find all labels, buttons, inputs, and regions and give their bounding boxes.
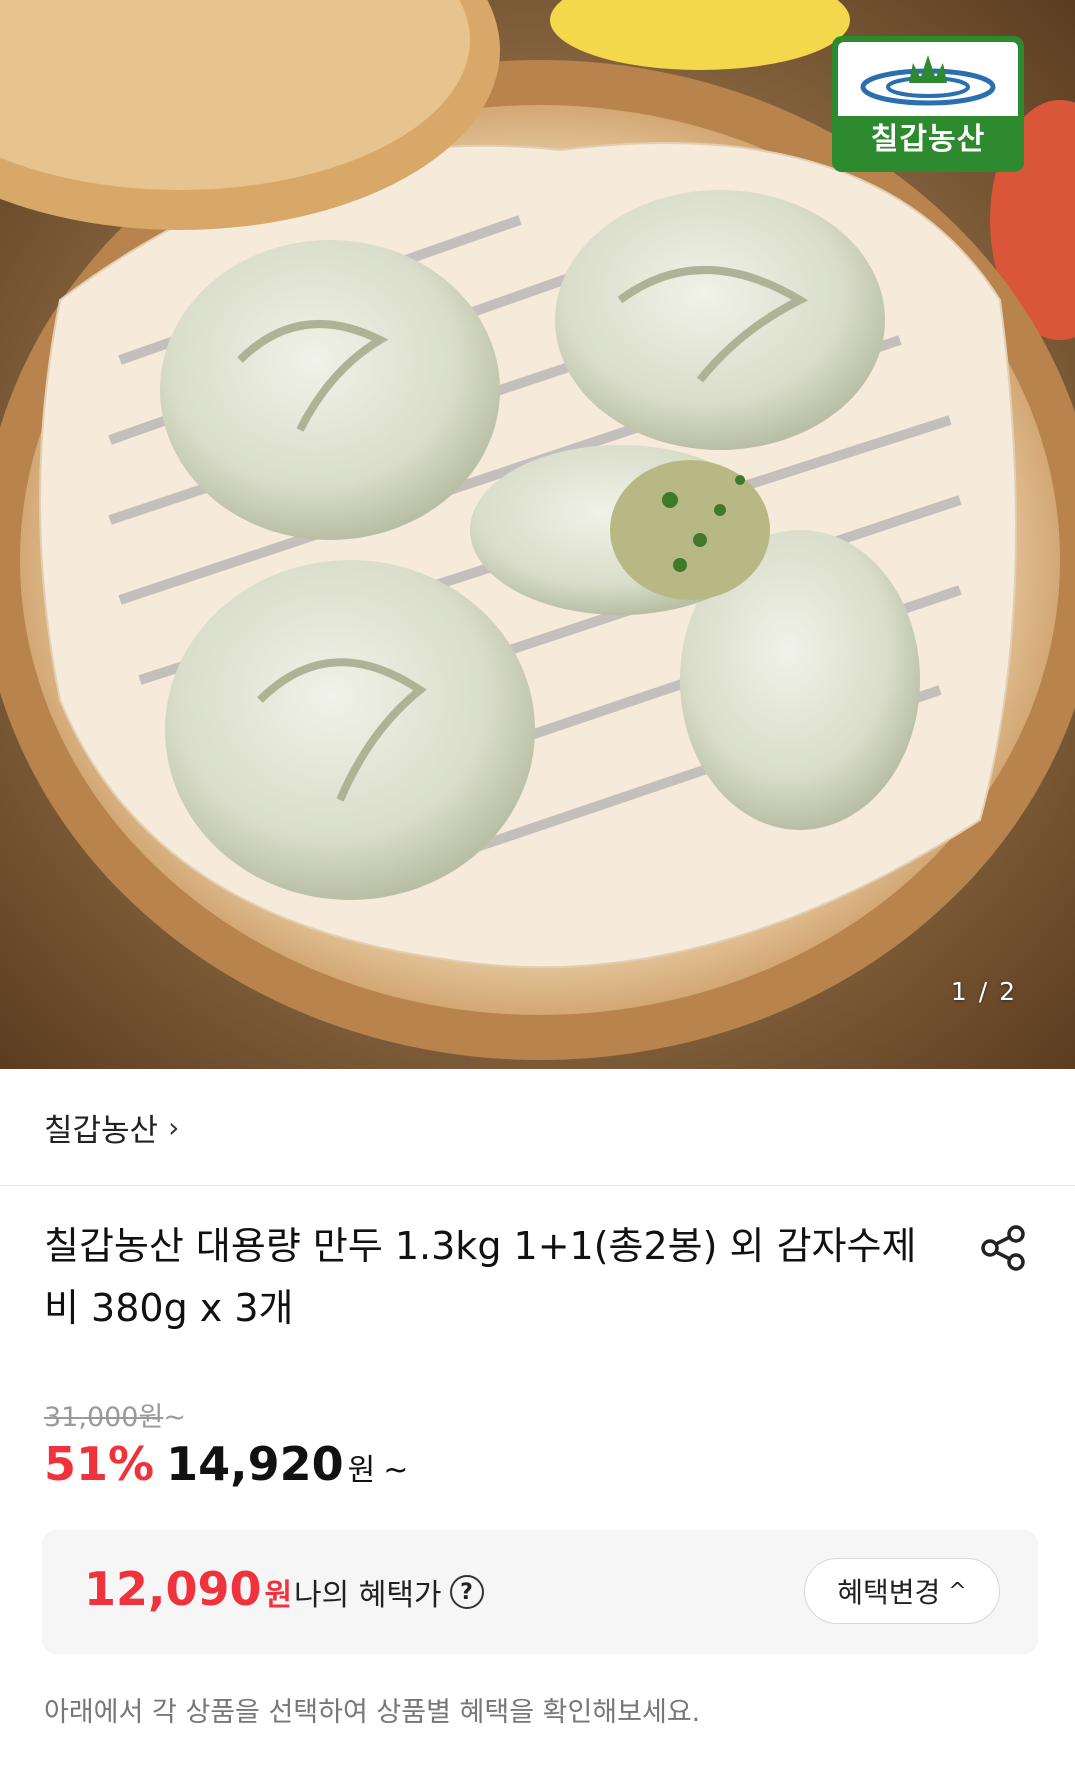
benefit-price-value: 12,090 [84,1562,262,1616]
seller-name: 칠갑농산 [44,1112,159,1149]
brand-logo: 칠갑농산 [832,36,1024,172]
share-button[interactable] [978,1222,1030,1274]
sale-price-unit: 원 [347,1453,376,1488]
benefit-notice: 아래에서 각 상품을 선택하여 상품별 혜택을 확인해보세요. [44,1697,701,1728]
benefit-label: 나의 혜택가 ? [294,1570,484,1614]
product-title-block: 칠갑농산 대용량 만두 1.3kg 1+1(총2봉) 외 감자수제비 380g … [44,1215,924,1339]
page-total: 2 [999,977,1017,1006]
sale-price-suffix: ~ [383,1453,409,1488]
page-separator: / [978,977,990,1006]
product-image[interactable]: 칠갑농산 1 / 2 [0,0,1075,1069]
benefit-price: 12,090 원 [84,1562,292,1616]
original-price: 31,000원~ [44,1395,186,1434]
help-icon[interactable]: ? [449,1575,484,1609]
brand-logo-label: 칠갑농산 [870,122,986,157]
original-price-value: 31,000원 [44,1402,164,1433]
chevron-right-icon: › [168,1110,180,1144]
product-title: 칠갑농산 대용량 만두 1.3kg 1+1(총2봉) 외 감자수제비 380g … [44,1224,917,1330]
sale-price: 14,920 [166,1437,344,1491]
sale-price-row: 51% 14,920 원 ~ [44,1437,408,1491]
seller-link[interactable]: 칠갑농산 › [0,1069,1075,1186]
benefit-label-text: 나의 혜택가 [294,1578,442,1613]
chevron-up-icon: ^ [948,1578,967,1604]
share-icon [981,1225,1025,1271]
page-current: 1 [950,977,969,1006]
change-benefit-label: 혜택변경 [837,1576,941,1609]
brand-emblem-icon [860,55,996,106]
image-page-indicator: 1 / 2 [951,977,1017,1006]
original-price-suffix: ~ [163,1402,186,1433]
benefit-price-unit: 원 [264,1578,293,1613]
change-benefit-button[interactable]: 혜택변경 ^ [804,1558,1000,1624]
discount-rate: 51% [44,1437,155,1491]
benefit-price-box: 12,090 원 나의 혜택가 ? 혜택변경 ^ [42,1530,1038,1654]
